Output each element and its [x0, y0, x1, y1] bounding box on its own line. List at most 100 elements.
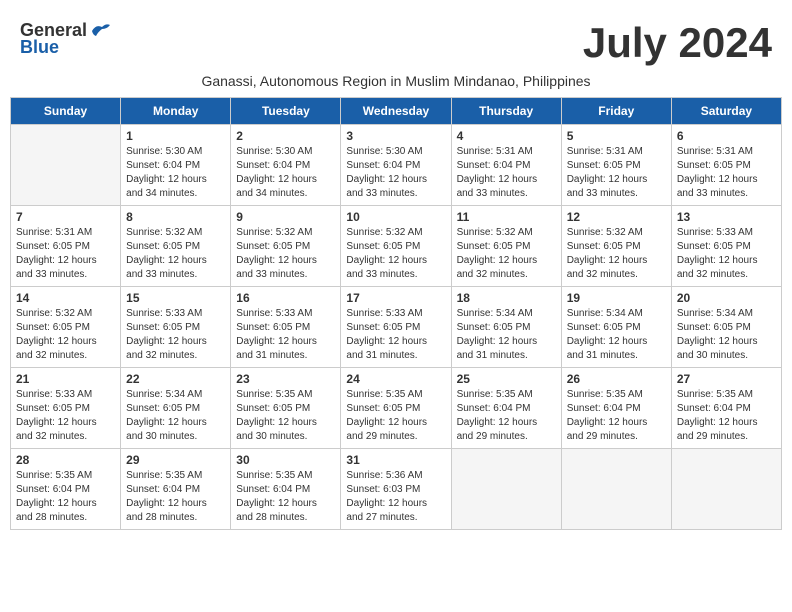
day-number: 4	[457, 129, 556, 143]
header-sunday: Sunday	[11, 98, 121, 125]
subtitle: Ganassi, Autonomous Region in Muslim Min…	[10, 71, 782, 97]
day-info: Sunrise: 5:35 AMSunset: 6:04 PMDaylight:…	[567, 388, 666, 444]
day-info: Sunrise: 5:33 AMSunset: 6:05 PMDaylight:…	[126, 307, 225, 363]
table-row: 26 Sunrise: 5:35 AMSunset: 6:04 PMDayligh…	[561, 368, 671, 449]
header-tuesday: Tuesday	[231, 98, 341, 125]
day-info: Sunrise: 5:30 AMSunset: 6:04 PMDaylight:…	[126, 145, 225, 201]
header-saturday: Saturday	[671, 98, 781, 125]
day-number: 31	[346, 453, 445, 467]
table-row: 27Sunrise: 5:35 AMSunset: 6:04 PMDayligh…	[671, 368, 781, 449]
table-row	[561, 449, 671, 530]
day-info: Sunrise: 5:35 AMSunset: 6:04 PMDaylight:…	[16, 469, 115, 525]
day-info: Sunrise: 5:33 AMSunset: 6:05 PMDaylight:…	[236, 307, 335, 363]
day-number: 9	[236, 210, 335, 224]
day-info: Sunrise: 5:31 AMSunset: 6:04 PMDaylight:…	[457, 145, 556, 201]
day-number: 6	[677, 129, 776, 143]
day-info: Sunrise: 5:32 AMSunset: 6:05 PMDaylight:…	[236, 226, 335, 282]
header-thursday: Thursday	[451, 98, 561, 125]
day-info: Sunrise: 5:31 AMSunset: 6:05 PMDaylight:…	[677, 145, 776, 201]
table-row: 18 Sunrise: 5:34 AMSunset: 6:05 PMDayligh…	[451, 287, 561, 368]
day-info: Sunrise: 5:34 AMSunset: 6:05 PMDaylight:…	[677, 307, 776, 363]
table-row: 3 Sunrise: 5:30 AMSunset: 6:04 PMDaylight…	[341, 125, 451, 206]
day-number: 17	[346, 291, 445, 305]
table-row: 1 Sunrise: 5:30 AMSunset: 6:04 PMDaylight…	[121, 125, 231, 206]
calendar-week-row: 1 Sunrise: 5:30 AMSunset: 6:04 PMDaylight…	[11, 125, 782, 206]
table-row: 11 Sunrise: 5:32 AMSunset: 6:05 PMDayligh…	[451, 206, 561, 287]
day-info: Sunrise: 5:31 AMSunset: 6:05 PMDaylight:…	[567, 145, 666, 201]
day-number: 14	[16, 291, 115, 305]
logo-bird-icon	[90, 22, 112, 40]
day-number: 1	[126, 129, 225, 143]
day-info: Sunrise: 5:34 AMSunset: 6:05 PMDaylight:…	[457, 307, 556, 363]
table-row: 19 Sunrise: 5:34 AMSunset: 6:05 PMDayligh…	[561, 287, 671, 368]
logo: General Blue	[20, 20, 112, 58]
day-info: Sunrise: 5:32 AMSunset: 6:05 PMDaylight:…	[126, 226, 225, 282]
day-info: Sunrise: 5:34 AMSunset: 6:05 PMDaylight:…	[567, 307, 666, 363]
day-number: 12	[567, 210, 666, 224]
day-number: 21	[16, 372, 115, 386]
table-row: 23 Sunrise: 5:35 AMSunset: 6:05 PMDayligh…	[231, 368, 341, 449]
title-section: July 2024	[583, 20, 772, 66]
day-number: 23	[236, 372, 335, 386]
day-info: Sunrise: 5:32 AMSunset: 6:05 PMDaylight:…	[346, 226, 445, 282]
day-info: Sunrise: 5:33 AMSunset: 6:05 PMDaylight:…	[677, 226, 776, 282]
table-row: 29Sunrise: 5:35 AMSunset: 6:04 PMDayligh…	[121, 449, 231, 530]
day-number: 8	[126, 210, 225, 224]
table-row: 5 Sunrise: 5:31 AMSunset: 6:05 PMDaylight…	[561, 125, 671, 206]
day-info: Sunrise: 5:33 AMSunset: 6:05 PMDaylight:…	[346, 307, 445, 363]
day-number: 22	[126, 372, 225, 386]
day-info: Sunrise: 5:30 AMSunset: 6:04 PMDaylight:…	[236, 145, 335, 201]
table-row	[11, 125, 121, 206]
day-info: Sunrise: 5:35 AMSunset: 6:04 PMDaylight:…	[457, 388, 556, 444]
day-info: Sunrise: 5:32 AMSunset: 6:05 PMDaylight:…	[457, 226, 556, 282]
header-monday: Monday	[121, 98, 231, 125]
calendar-table: Sunday Monday Tuesday Wednesday Thursday…	[10, 97, 782, 530]
day-number: 16	[236, 291, 335, 305]
day-number: 10	[346, 210, 445, 224]
day-number: 13	[677, 210, 776, 224]
day-info: Sunrise: 5:32 AMSunset: 6:05 PMDaylight:…	[567, 226, 666, 282]
table-row: 7 Sunrise: 5:31 AMSunset: 6:05 PMDaylight…	[11, 206, 121, 287]
calendar-week-row: 28 Sunrise: 5:35 AMSunset: 6:04 PMDayligh…	[11, 449, 782, 530]
page-header: General Blue July 2024	[10, 10, 782, 71]
table-row: 8 Sunrise: 5:32 AMSunset: 6:05 PMDaylight…	[121, 206, 231, 287]
day-number: 7	[16, 210, 115, 224]
day-number: 25	[457, 372, 556, 386]
day-info: Sunrise: 5:35 AMSunset: 6:05 PMDaylight:…	[236, 388, 335, 444]
day-info: Sunrise: 5:36 AMSunset: 6:03 PMDaylight:…	[346, 469, 445, 525]
calendar-week-row: 14Sunrise: 5:32 AMSunset: 6:05 PMDayligh…	[11, 287, 782, 368]
table-row: 13 Sunrise: 5:33 AMSunset: 6:05 PMDayligh…	[671, 206, 781, 287]
logo-blue-text: Blue	[20, 37, 59, 58]
table-row: 10 Sunrise: 5:32 AMSunset: 6:05 PMDayligh…	[341, 206, 451, 287]
table-row: 21 Sunrise: 5:33 AMSunset: 6:05 PMDayligh…	[11, 368, 121, 449]
day-number: 26	[567, 372, 666, 386]
header-friday: Friday	[561, 98, 671, 125]
table-row: 24Sunrise: 5:35 AMSunset: 6:05 PMDayligh…	[341, 368, 451, 449]
day-number: 3	[346, 129, 445, 143]
day-number: 29	[126, 453, 225, 467]
day-number: 11	[457, 210, 556, 224]
table-row: 4 Sunrise: 5:31 AMSunset: 6:04 PMDaylight…	[451, 125, 561, 206]
day-info: Sunrise: 5:35 AMSunset: 6:04 PMDaylight:…	[236, 469, 335, 525]
day-info: Sunrise: 5:30 AMSunset: 6:04 PMDaylight:…	[346, 145, 445, 201]
day-number: 18	[457, 291, 556, 305]
table-row: 22Sunrise: 5:34 AMSunset: 6:05 PMDayligh…	[121, 368, 231, 449]
day-number: 5	[567, 129, 666, 143]
month-title: July 2024	[583, 20, 772, 66]
table-row: 15 Sunrise: 5:33 AMSunset: 6:05 PMDayligh…	[121, 287, 231, 368]
day-number: 2	[236, 129, 335, 143]
day-info: Sunrise: 5:31 AMSunset: 6:05 PMDaylight:…	[16, 226, 115, 282]
table-row	[671, 449, 781, 530]
table-row: 6 Sunrise: 5:31 AMSunset: 6:05 PMDaylight…	[671, 125, 781, 206]
table-row: 17 Sunrise: 5:33 AMSunset: 6:05 PMDayligh…	[341, 287, 451, 368]
table-row: 30Sunrise: 5:35 AMSunset: 6:04 PMDayligh…	[231, 449, 341, 530]
day-number: 19	[567, 291, 666, 305]
calendar-header-row: Sunday Monday Tuesday Wednesday Thursday…	[11, 98, 782, 125]
table-row: 12 Sunrise: 5:32 AMSunset: 6:05 PMDayligh…	[561, 206, 671, 287]
table-row: 9 Sunrise: 5:32 AMSunset: 6:05 PMDaylight…	[231, 206, 341, 287]
day-number: 15	[126, 291, 225, 305]
day-info: Sunrise: 5:33 AMSunset: 6:05 PMDaylight:…	[16, 388, 115, 444]
day-number: 27	[677, 372, 776, 386]
calendar-week-row: 21 Sunrise: 5:33 AMSunset: 6:05 PMDayligh…	[11, 368, 782, 449]
day-number: 28	[16, 453, 115, 467]
